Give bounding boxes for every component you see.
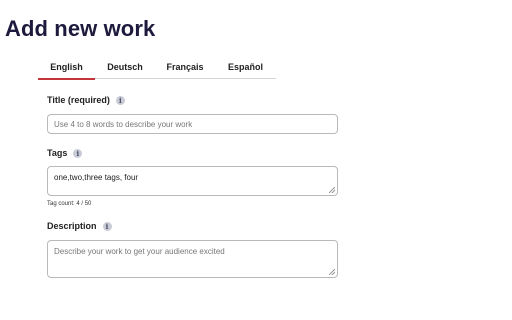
description-label-text: Description [47, 221, 97, 231]
tags-textarea[interactable]: one,two,three tags, four [47, 166, 338, 196]
tag-count: Tag count: 4 / 50 [47, 201, 91, 207]
resize-handle-icon[interactable] [329, 269, 335, 275]
tag-count-value: 4 / 50 [76, 201, 92, 207]
tag-count-label: Tag count: [47, 201, 75, 207]
tags-label-text: Tags [47, 148, 68, 158]
resize-handle-icon[interactable] [329, 187, 335, 193]
add-work-page: Add new work English Deutsch Français Es… [0, 0, 512, 320]
title-field-label: Title (required) i [47, 95, 125, 105]
tab-deutsch[interactable]: Deutsch [95, 62, 155, 79]
title-input[interactable] [47, 114, 338, 134]
info-icon[interactable]: i [73, 148, 83, 158]
info-icon[interactable]: i [102, 221, 112, 231]
tags-value: one,two,three tags, four [54, 173, 139, 182]
tab-francais[interactable]: Français [155, 62, 215, 79]
page-title: Add new work [5, 16, 156, 41]
language-tabs: English Deutsch Français Español [38, 62, 276, 80]
description-placeholder: Describe your work to get your audience … [54, 247, 225, 256]
description-textarea[interactable]: Describe your work to get your audience … [47, 240, 338, 278]
info-icon[interactable]: i [115, 95, 125, 105]
description-field-label: Description i [47, 221, 112, 231]
title-label-text: Title (required) [47, 95, 110, 105]
tab-english[interactable]: English [38, 62, 95, 80]
tab-espanol[interactable]: Español [215, 62, 276, 79]
tags-field-label: Tags i [47, 148, 83, 158]
